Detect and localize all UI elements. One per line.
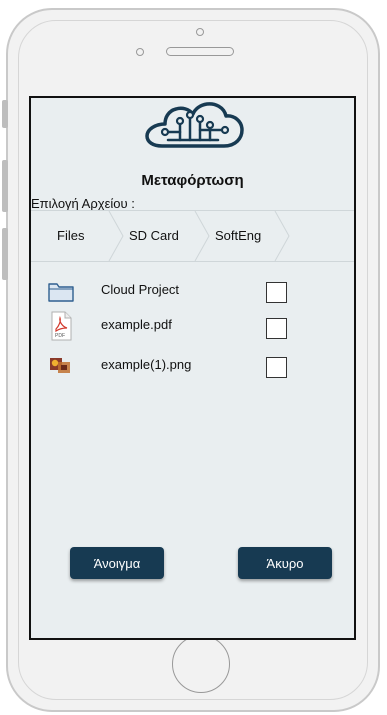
proximity-sensor	[136, 48, 144, 56]
file-select-checkbox[interactable]	[266, 318, 287, 339]
front-camera	[196, 28, 204, 36]
volume-down-button	[2, 228, 8, 280]
pdf-file-icon: PDF	[51, 311, 72, 341]
breadcrumb-item-sd-card[interactable]: SD Card	[129, 228, 179, 243]
image-file-icon	[50, 358, 70, 373]
file-select-checkbox[interactable]	[266, 357, 287, 378]
page-title: Μεταφόρτωση	[141, 172, 244, 189]
open-button[interactable]: Άνοιγμα	[70, 547, 164, 579]
svg-text:PDF: PDF	[55, 333, 65, 339]
file-row-cloud-project[interactable]: Cloud Project	[31, 276, 354, 306]
breadcrumb-item-softeng[interactable]: SoftEng	[215, 228, 261, 243]
cancel-button[interactable]: Άκυρο	[238, 547, 332, 579]
breadcrumb-item-files[interactable]: Files	[57, 228, 84, 243]
volume-up-button	[2, 160, 8, 212]
file-name: example(1).png	[101, 357, 192, 372]
file-select-checkbox[interactable]	[266, 282, 287, 303]
cloud-circuit-logo-icon	[145, 102, 244, 148]
file-row-example-png[interactable]: example(1).png	[31, 351, 354, 381]
mute-switch	[2, 100, 8, 128]
file-name: Cloud Project	[101, 282, 180, 297]
folder-icon	[48, 283, 74, 302]
earpiece-speaker	[166, 47, 234, 56]
breadcrumb: Files SD Card SoftEng	[31, 210, 354, 262]
app-screen: Μεταφόρτωση Επιλογή Αρχείου : Files SD C…	[29, 96, 356, 640]
home-button[interactable]	[172, 635, 230, 693]
file-row-example-pdf[interactable]: PDF example.pdf	[31, 311, 354, 341]
file-selection-label: Επιλογή Αρχείου :	[31, 196, 135, 211]
file-name: example.pdf	[101, 317, 172, 332]
